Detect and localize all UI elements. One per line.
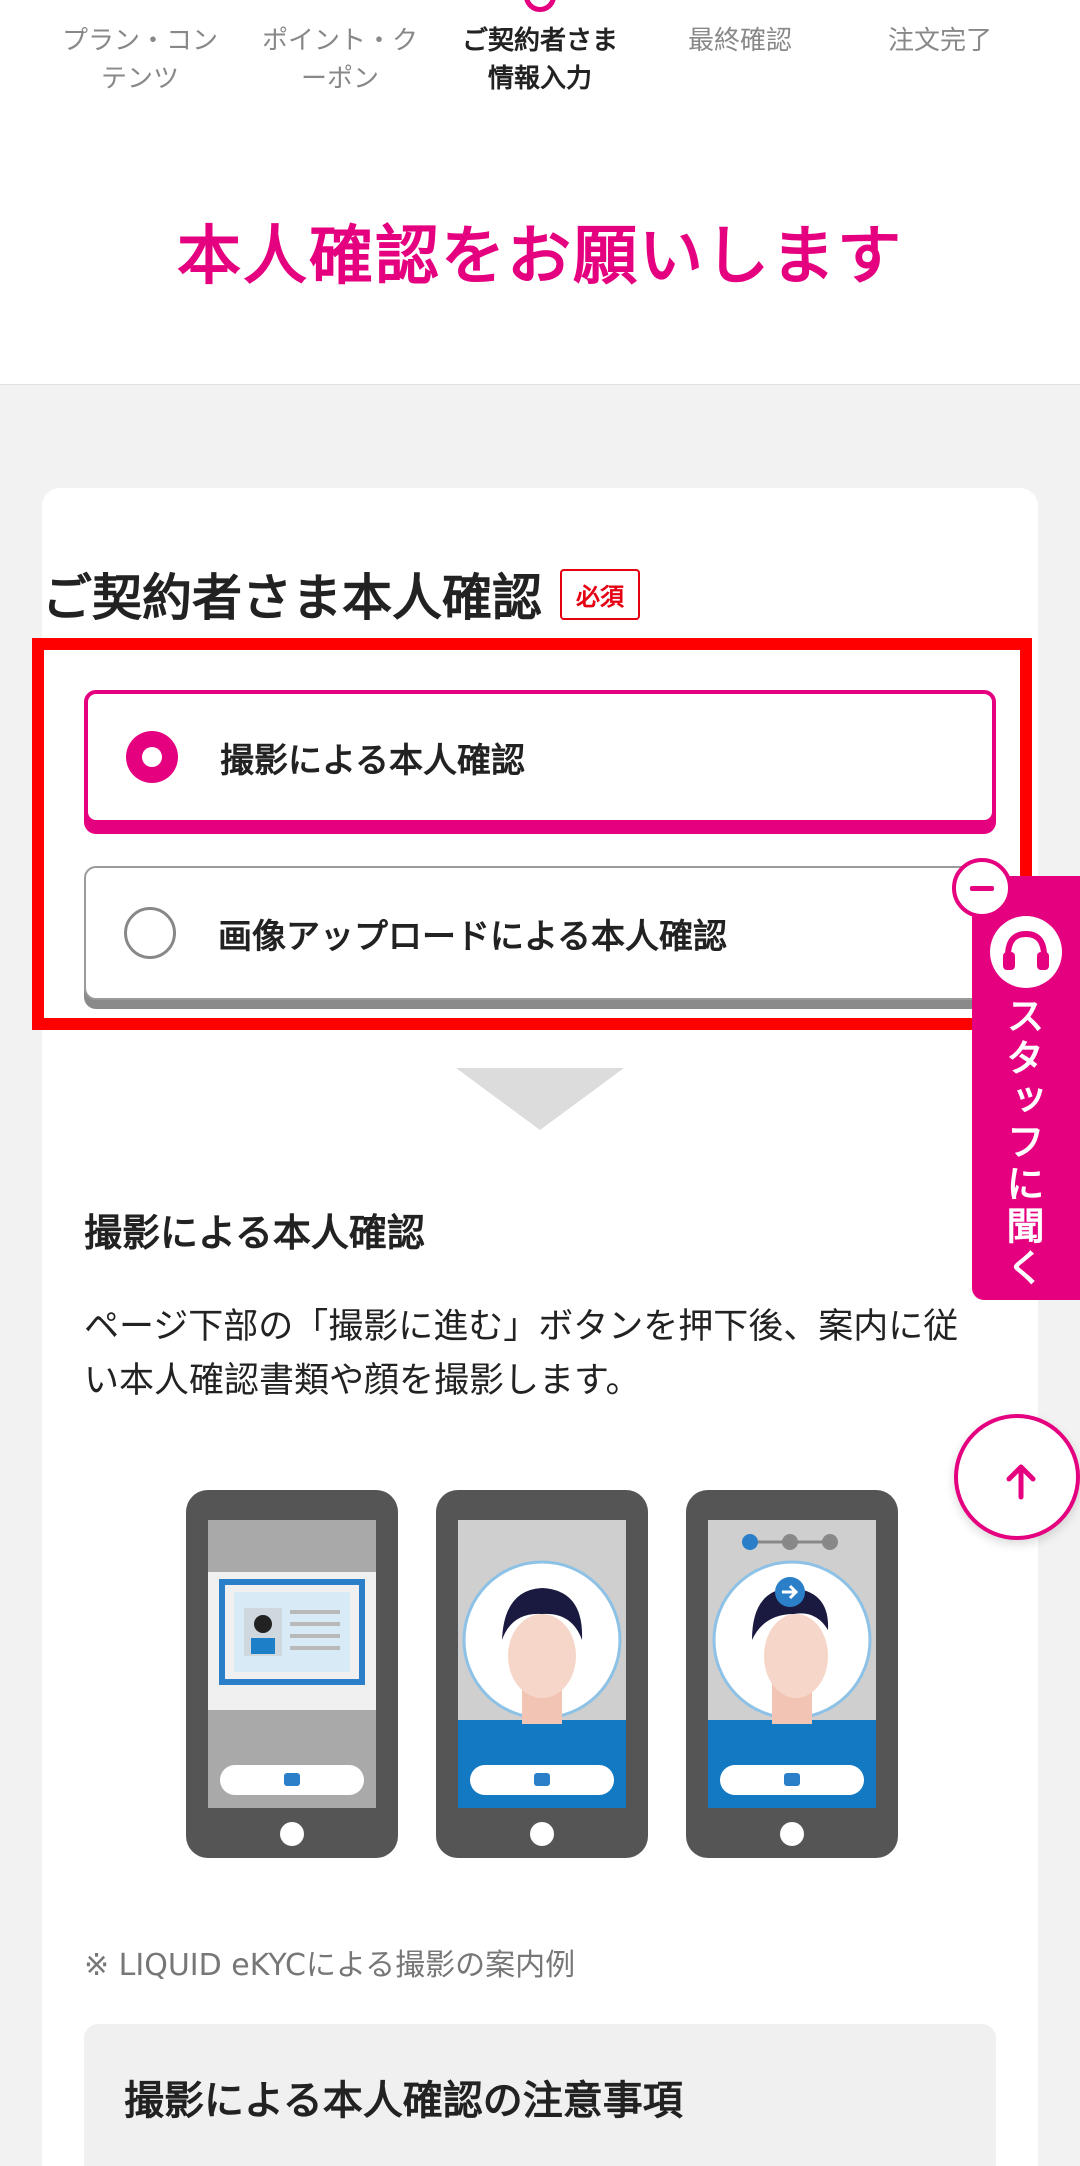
- progress-stepper: プラン・コン テンツ ポイント・ク ーポン ご契約者さま 情報入力 最終確認 注…: [40, 0, 1040, 120]
- highlight-box: [32, 638, 1032, 1030]
- step-points: ポイント・ク ーポン: [240, 0, 440, 120]
- down-arrow-icon: [456, 1068, 624, 1130]
- ekyc-illustration: [186, 1490, 898, 1858]
- step-order-complete: 注文完了: [840, 0, 1040, 120]
- phone-id-card-illustration: [186, 1490, 398, 1858]
- phone-face-illustration: [436, 1490, 648, 1858]
- section-header: ご契約者さま本人確認 必須: [42, 558, 640, 630]
- step-label: プラン・コン テンツ: [61, 26, 218, 94]
- ask-staff-label: スタッフに聞く: [1000, 996, 1044, 1290]
- arrow-up-icon: [1006, 1464, 1036, 1500]
- required-badge: 必須: [560, 568, 640, 620]
- caution-box: 撮影による本人確認の注意事項: [84, 2024, 996, 2166]
- step-final-confirm: 最終確認: [640, 0, 840, 120]
- step-label: 注文完了: [887, 26, 992, 56]
- scroll-to-top-button[interactable]: [954, 1414, 1080, 1540]
- page-title: 本人確認をお願いします: [177, 220, 903, 294]
- current-step-marker: [524, 0, 556, 12]
- step-label: ポイント・ク ーポン: [261, 26, 418, 94]
- illustration-note: ※ LIQUID eKYCによる撮影の案内例: [84, 1948, 576, 1983]
- detail-description: ページ下部の「撮影に進む」ボタンを押下後、案内に従い本人確認書類や顔を撮影します…: [84, 1307, 959, 1401]
- step-plan: プラン・コン テンツ: [40, 0, 240, 120]
- caution-title: 撮影による本人確認の注意事項: [124, 2078, 683, 2124]
- step-label: 最終確認: [687, 26, 792, 56]
- step-contractor-info: ご契約者さま 情報入力: [440, 0, 640, 120]
- section-title: ご契約者さま本人確認: [42, 569, 542, 627]
- headset-icon: [990, 916, 1062, 988]
- minus-icon[interactable]: [952, 858, 1012, 918]
- ask-staff-tab[interactable]: スタッフに聞く: [972, 876, 1080, 1300]
- page-header: プラン・コン テンツ ポイント・ク ーポン ご契約者さま 情報入力 最終確認 注…: [0, 0, 1080, 385]
- step-label: ご契約者さま 情報入力: [461, 26, 618, 94]
- detail-title: 撮影による本人確認: [84, 1211, 425, 1255]
- phone-face-turn-illustration: [686, 1490, 898, 1858]
